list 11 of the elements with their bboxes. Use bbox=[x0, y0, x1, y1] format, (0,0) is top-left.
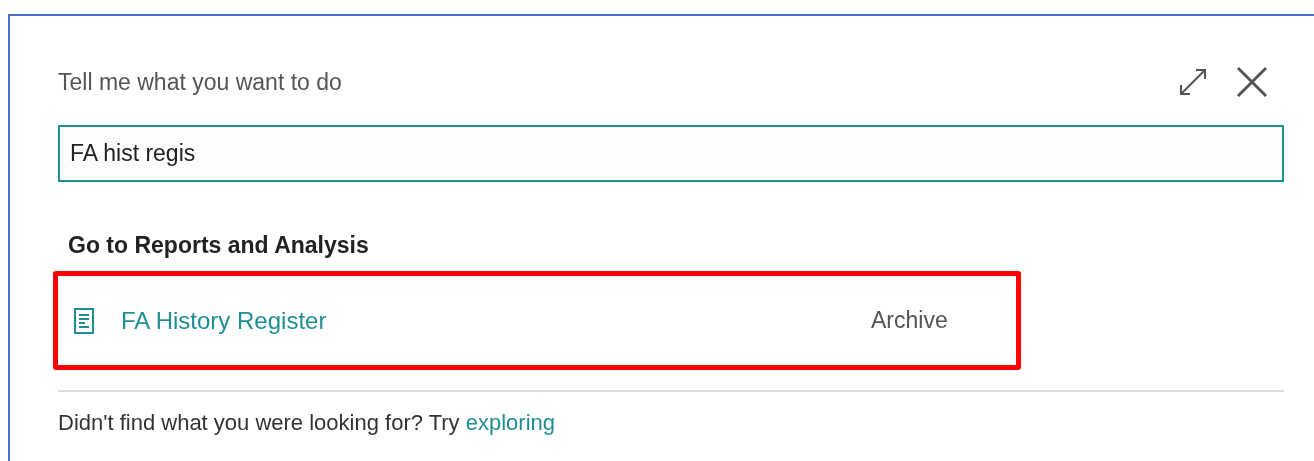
expand-icon[interactable] bbox=[1178, 67, 1208, 97]
dialog-title: Tell me what you want to do bbox=[58, 68, 342, 96]
result-link[interactable]: FA History Register bbox=[121, 306, 871, 335]
exploring-link[interactable]: exploring bbox=[465, 410, 556, 435]
report-icon bbox=[73, 307, 95, 334]
result-category: Archive bbox=[871, 307, 948, 334]
search-field[interactable]: FA hist regis bbox=[58, 125, 1284, 182]
section-heading: Go to Reports and Analysis bbox=[68, 232, 370, 258]
result-row[interactable]: FA History Register Archive bbox=[53, 271, 1021, 370]
footer-text: Didn't find what you were looking for? Try exploring bbox=[58, 410, 557, 436]
close-icon[interactable] bbox=[1236, 66, 1268, 98]
